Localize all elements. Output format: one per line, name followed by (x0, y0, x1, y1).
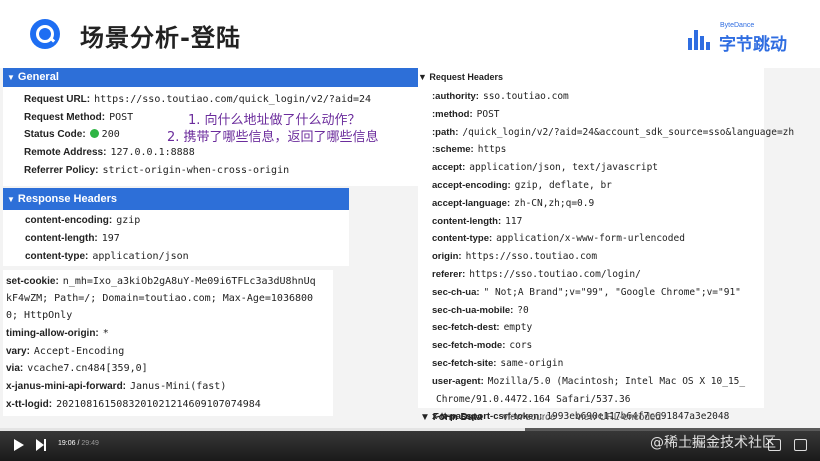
request-header-row: sec-ch-ua: " Not;A Brand";v="99", "Google… (432, 286, 741, 298)
general-row: Referrer Policy: strict-origin-when-cross… (24, 165, 290, 176)
response-header-row: via: vcache7.cn484[359,0] (6, 363, 148, 374)
set-cookie-row: kF4wZM; Path=/; Domain=toutiao.com; Max-… (6, 293, 314, 304)
progress-bar[interactable] (0, 428, 820, 431)
response-header-row: content-type: application/json (25, 251, 189, 262)
fullscreen-icon[interactable] (794, 439, 807, 451)
general-row: Status Code: 200 (24, 129, 120, 140)
brand-name: 字节跳动 (719, 35, 787, 55)
form-data-header: ▼ Form Data view source view URL-encoded (420, 412, 679, 423)
request-header-row: sec-fetch-dest: empty (432, 322, 533, 334)
request-header-row: user-agent: Mozilla/5.0 (Macintosh; Intel… (432, 375, 746, 387)
request-header-row: content-length: 117 (432, 215, 523, 227)
watermark: @稀土掘金技术社区 (650, 435, 776, 451)
brand-top-text: ByteDance (720, 22, 755, 29)
response-headers-header[interactable]: ▼ Response Headers (3, 188, 349, 210)
response-headers-panel: ▼ Response Headers content-encoding: gzip … (3, 188, 349, 266)
request-headers-label: Request Headers (429, 72, 503, 82)
response-headers-label: Response Headers (17, 193, 117, 205)
response-header-row: vary: Accept-Encoding (6, 346, 125, 357)
set-cookie-row: 0; HttpOnly (6, 310, 73, 321)
request-headers-header[interactable]: ▼ Request Headers (418, 72, 503, 82)
duration: 29:49 (81, 440, 99, 447)
request-header-row: sec-fetch-site: same-origin (432, 358, 564, 369)
bytedance-bars-icon (688, 28, 714, 50)
request-header-row: sec-ch-ua-mobile: ?0 (432, 304, 529, 316)
response-header-row: x-tt-logid: 20210816150832010212146091070… (6, 399, 261, 410)
request-header-row: :authority: sso.toutiao.com (432, 91, 569, 102)
response-header-row: content-length: 197 (25, 233, 120, 244)
request-header-row: accept: application/json, text/javascript (432, 162, 659, 174)
view-source-link[interactable]: view source (503, 412, 556, 423)
request-header-row: Chrome/91.0.4472.164 Safari/537.36 (436, 393, 631, 405)
response-headers-more-panel: set-cookie: n_mh=Ixo_a3kiOb2gA8uY-Me09i6T… (3, 270, 333, 416)
slide-title: 场景分析-登陆 (80, 24, 241, 52)
time-display: 19:06 / 29:49 (58, 440, 99, 447)
response-header-row: timing-allow-origin: * (6, 328, 109, 339)
collapse-triangle-icon: ▼ (7, 195, 15, 204)
general-row: Remote Address: 127.0.0.1:8888 (24, 147, 195, 158)
next-icon[interactable] (36, 439, 48, 451)
annotation-note: 2. 携带了哪些信息，返回了哪些信息 (167, 130, 379, 145)
form-data-title[interactable]: ▼ Form Data (420, 412, 482, 423)
request-header-row: referer: https://sso.toutiao.com/login/ (432, 269, 641, 280)
general-row: Request Method: POST (24, 112, 134, 123)
progress-fill (0, 428, 525, 431)
current-time: 19:06 (58, 440, 76, 447)
general-header-label: General (17, 71, 59, 83)
slide-header: 场景分析-登陆 ByteDance 字节跳动 (0, 0, 820, 68)
status-ok-icon (89, 129, 99, 138)
general-header[interactable]: ▼ General (3, 68, 419, 87)
view-url-encoded-link[interactable]: view URL-encoded (577, 412, 662, 423)
request-header-row: origin: https://sso.toutiao.com (432, 251, 598, 263)
search-logo-icon (30, 19, 60, 49)
request-header-row: :path:/quick_login/v2/?aid=24&account_sd… (432, 126, 795, 138)
request-header-row: accept-encoding: gzip, deflate, br (432, 180, 612, 191)
request-header-row: :method: POST (432, 108, 500, 120)
general-row: Request URL: https://sso.toutiao.com/quic… (24, 94, 372, 105)
request-header-row: sec-fetch-mode: cors (432, 340, 533, 352)
response-header-row: content-encoding: gzip (25, 215, 141, 226)
request-header-row: :scheme: https (432, 144, 507, 156)
request-header-row: accept-language: zh-CN,zh;q=0.9 (432, 197, 595, 209)
bytedance-logo: ByteDance 字节跳动 (688, 22, 798, 55)
collapse-triangle-icon: ▼ (418, 72, 430, 82)
set-cookie-row: set-cookie: n_mh=Ixo_a3kiOb2gA8uY-Me09i6T… (6, 276, 316, 287)
request-header-row: content-type: application/x-www-form-urle… (432, 233, 685, 245)
play-icon[interactable] (14, 439, 24, 451)
response-header-row: x-janus-mini-api-forward: Janus-Mini(fast… (6, 381, 227, 392)
collapse-triangle-icon: ▼ (7, 73, 15, 82)
